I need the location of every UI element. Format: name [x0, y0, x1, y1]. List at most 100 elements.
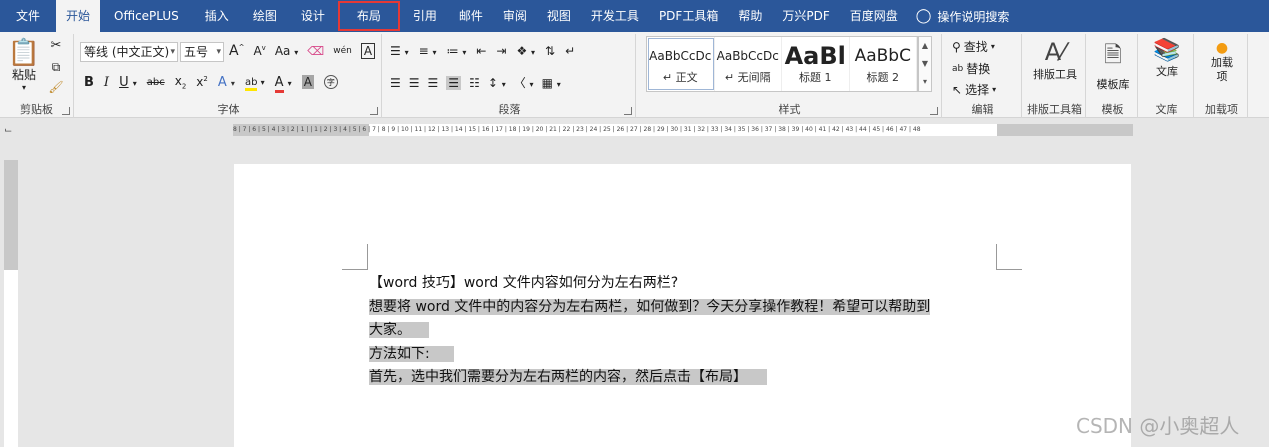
- typeset-icon: A⁄: [1044, 38, 1066, 66]
- group-label-editing: 编辑: [971, 103, 994, 116]
- find-button[interactable]: ⚲ 查找 ▾: [952, 38, 995, 55]
- style-heading-1[interactable]: AaBl 标题 1: [782, 37, 850, 91]
- grow-font-button[interactable]: A^: [229, 43, 244, 59]
- tab-officeplus[interactable]: OfficePLUS: [100, 0, 193, 32]
- tab-wondershare-pdf[interactable]: 万兴PDF: [772, 0, 839, 32]
- vruler-text-area: [4, 270, 18, 447]
- document-page[interactable]: 【word 技巧】word 文件内容如何分为左右两栏? 想要将 word 文件中…: [234, 164, 1131, 447]
- line-spacing-icon[interactable]: ↕ ▾: [488, 76, 506, 90]
- font-name-select[interactable]: 等线 (中文正文) ▾: [80, 42, 178, 62]
- books-icon: 📚: [1153, 38, 1181, 63]
- typeset-tool-button[interactable]: A⁄ 排版工具: [1026, 38, 1084, 82]
- style-normal[interactable]: AaBbCcDc ↵ 正文: [647, 37, 715, 91]
- library-button[interactable]: 📚 文库: [1142, 38, 1192, 79]
- doc-paragraph-3[interactable]: 首先，选中我们需要分为左右两栏的内容，然后点击【布局】: [369, 369, 767, 385]
- document-body[interactable]: 【word 技巧】word 文件内容如何分为左右两栏? 想要将 word 文件中…: [369, 272, 1009, 390]
- tab-home[interactable]: 开始: [56, 0, 101, 32]
- group-label-addins: 加载项: [1205, 103, 1238, 116]
- ruler-numbers: 8 | 7 | 6 | 5 | 4 | 3 | 2 | 1 | | 1 | 2 …: [233, 126, 921, 133]
- group-addins: ● 加载项 加载项: [1196, 34, 1248, 118]
- subscript-button[interactable]: x2: [175, 74, 187, 90]
- ribbon: 📋 粘贴 ▾ ✂ ⧉ 🖌 剪贴板 等线 (中文正文) ▾ 五号 ▾ A^ Av Aa…: [0, 32, 1269, 118]
- clear-format-icon[interactable]: ⌫: [307, 44, 324, 58]
- group-label-styles: 样式: [778, 103, 801, 116]
- tab-mailings[interactable]: 邮件: [449, 0, 493, 32]
- styles-launcher-icon[interactable]: [930, 107, 938, 115]
- align-left-icon[interactable]: ☰: [390, 76, 401, 90]
- doc-title-line[interactable]: 【word 技巧】word 文件内容如何分为左右两栏?: [369, 272, 1009, 296]
- addins-button[interactable]: ● 加载项: [1198, 40, 1246, 84]
- char-border-button[interactable]: A: [360, 43, 376, 59]
- vertical-ruler[interactable]: [4, 160, 18, 447]
- chinese-layout-icon[interactable]: ❖ ▾: [516, 44, 535, 58]
- multilevel-list-icon[interactable]: ≔ ▾: [446, 44, 466, 58]
- tab-draw[interactable]: 绘图: [241, 0, 289, 32]
- shading-icon[interactable]: 〈 ▾: [514, 74, 534, 91]
- enclose-char-button[interactable]: 字: [323, 75, 338, 90]
- show-marks-icon[interactable]: ↵: [565, 44, 575, 58]
- text-effects-button[interactable]: A ▾: [218, 75, 235, 90]
- group-templates: 🗎 模板库 模板: [1088, 34, 1138, 118]
- tab-baidu-netdisk[interactable]: 百度网盘: [840, 0, 908, 32]
- replace-button[interactable]: ab 替换: [952, 60, 990, 77]
- group-paragraph: ☰ ▾ ≡ ▾ ≔ ▾ ⇤ ⇥ ❖ ▾ ⇅ ↵ ☰ ☰ ☰ ☰ ☷ ↕ ▾ 〈 …: [384, 34, 636, 118]
- font-size-select[interactable]: 五号 ▾: [180, 42, 224, 62]
- select-button[interactable]: ↖ 选择 ▾: [952, 81, 996, 98]
- font-color-button[interactable]: A ▾: [274, 74, 292, 93]
- horizontal-ruler[interactable]: 8 | 7 | 6 | 5 | 4 | 3 | 2 | 1 | | 1 | 2 …: [233, 124, 1133, 136]
- shrink-font-button[interactable]: Av: [253, 44, 265, 58]
- tab-design[interactable]: 设计: [289, 0, 337, 32]
- decrease-indent-icon[interactable]: ⇤: [476, 44, 486, 58]
- tab-help[interactable]: 帮助: [728, 0, 772, 32]
- bullets-icon[interactable]: ☰ ▾: [390, 44, 409, 58]
- template-library-button[interactable]: 🗎 模板库: [1090, 38, 1136, 92]
- highlight-color-button[interactable]: ab ▾: [244, 76, 265, 91]
- sort-icon[interactable]: ⇅: [545, 44, 555, 58]
- font-launcher-icon[interactable]: [370, 107, 378, 115]
- phonetic-guide-button[interactable]: wén: [333, 46, 352, 56]
- group-label-font: 字体: [217, 103, 240, 116]
- justify-icon[interactable]: ☰: [446, 75, 462, 90]
- change-case-button[interactable]: Aa ▾: [275, 44, 298, 58]
- numbering-icon[interactable]: ≡ ▾: [419, 44, 437, 58]
- distributed-icon[interactable]: ☷: [469, 76, 480, 90]
- search-icon: ⚲: [952, 39, 961, 54]
- group-typeset: A⁄ 排版工具 排版工具箱: [1024, 34, 1086, 118]
- increase-indent-icon[interactable]: ⇥: [496, 44, 506, 58]
- group-library: 📚 文库 文库: [1140, 34, 1194, 118]
- doc-paragraph-2[interactable]: 方法如下:: [369, 345, 454, 362]
- strikethrough-button[interactable]: abc: [147, 77, 165, 88]
- doc-paragraph-1b[interactable]: 大家。: [369, 322, 429, 338]
- paragraph-launcher-icon[interactable]: [624, 107, 632, 115]
- tab-stop-selector[interactable]: ⌙: [4, 125, 16, 137]
- chevron-down-icon: ▾: [170, 47, 175, 57]
- superscript-button[interactable]: x2: [196, 75, 208, 89]
- italic-button[interactable]: I: [104, 75, 109, 90]
- styles-gallery-scroll[interactable]: ▲ ▼ ▾: [918, 36, 932, 92]
- copy-icon[interactable]: ⧉: [48, 60, 64, 75]
- tab-layout[interactable]: 布局: [337, 0, 401, 32]
- doc-paragraph-1a[interactable]: 想要将 word 文件中的内容分为左右两栏，如何做到？今天分享操作教程！希望可以…: [369, 298, 931, 315]
- tab-developer[interactable]: 开发工具: [581, 0, 649, 32]
- style-no-spacing[interactable]: AaBbCcDc ↵ 无间隔: [715, 37, 782, 91]
- borders-icon[interactable]: ▦ ▾: [542, 76, 561, 90]
- underline-button[interactable]: U ▾: [119, 75, 137, 90]
- bold-button[interactable]: B: [84, 75, 94, 90]
- tab-references[interactable]: 引用: [401, 0, 449, 32]
- tab-insert[interactable]: 插入: [193, 0, 241, 32]
- align-right-icon[interactable]: ☰: [428, 76, 439, 90]
- align-center-icon[interactable]: ☰: [409, 76, 420, 90]
- format-painter-icon[interactable]: 🖌: [48, 80, 64, 94]
- help-search-box[interactable]: 操作说明搜索: [931, 8, 1009, 25]
- group-clipboard: 📋 粘贴 ▾ ✂ ⧉ 🖌 剪贴板: [0, 34, 74, 118]
- clipboard-launcher-icon[interactable]: [62, 107, 70, 115]
- tab-pdf-toolbox[interactable]: PDF工具箱: [649, 0, 728, 32]
- style-heading-2[interactable]: AaBbC 标题 2: [850, 37, 917, 91]
- cut-icon[interactable]: ✂: [48, 38, 64, 53]
- tab-review[interactable]: 审阅: [493, 0, 537, 32]
- char-shading-button[interactable]: A: [301, 75, 314, 90]
- tab-file[interactable]: 文件: [0, 0, 56, 32]
- paste-button[interactable]: 📋 粘贴 ▾: [6, 38, 42, 92]
- lightbulb-icon: ◯: [915, 8, 932, 24]
- tab-view[interactable]: 视图: [537, 0, 581, 32]
